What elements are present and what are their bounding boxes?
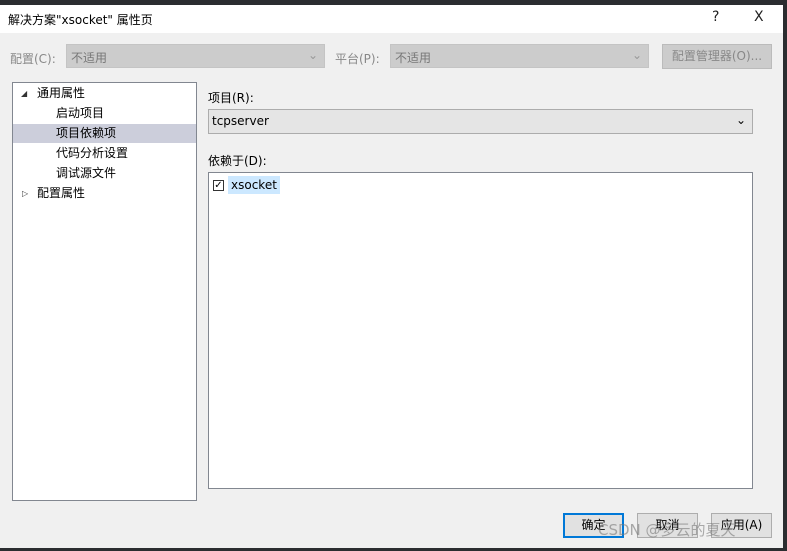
tree-item-configuration-properties[interactable]: ▷ 配置属性 bbox=[13, 184, 196, 203]
help-button[interactable]: ? bbox=[712, 9, 719, 25]
checkbox-checked-icon[interactable]: ✓ bbox=[213, 179, 224, 191]
tree-item-label: 启动项目 bbox=[56, 106, 105, 120]
apply-button[interactable]: 应用(A) bbox=[711, 513, 772, 538]
tree-item-label: 通用属性 bbox=[37, 86, 86, 100]
ok-button[interactable]: 确定 bbox=[563, 513, 624, 538]
config-select[interactable]: 不适用 ⌄ bbox=[66, 44, 325, 68]
property-tree: ◢ 通用属性 启动项目 项目依赖项 代码分析设置 调试源文件 ▷ 配置属性 bbox=[12, 82, 197, 501]
dependency-label: xsocket bbox=[228, 176, 280, 194]
config-value: 不适用 bbox=[71, 51, 108, 65]
tree-item-startup-project[interactable]: 启动项目 bbox=[13, 104, 196, 123]
platform-value: 不适用 bbox=[395, 51, 432, 65]
depends-on-label: 依赖于(D): bbox=[208, 154, 267, 168]
dependency-item[interactable]: ✓ xsocket bbox=[213, 176, 280, 194]
tree-item-project-dependencies[interactable]: 项目依赖项 bbox=[13, 124, 196, 143]
tree-item-label: 项目依赖项 bbox=[56, 126, 117, 140]
expanded-triangle-icon: ◢ bbox=[21, 89, 28, 98]
tree-item-label: 配置属性 bbox=[37, 186, 86, 200]
chevron-down-icon: ⌄ bbox=[735, 113, 746, 127]
tree-item-label: 调试源文件 bbox=[56, 166, 117, 180]
project-label: 项目(R): bbox=[208, 91, 254, 105]
project-select[interactable]: tcpserver ⌄ bbox=[208, 109, 753, 134]
title-bar: 解决方案"xsocket" 属性页 ? X bbox=[0, 5, 783, 33]
tree-item-debug-source-files[interactable]: 调试源文件 bbox=[13, 164, 196, 183]
window-title: 解决方案"xsocket" 属性页 bbox=[8, 13, 153, 27]
config-label: 配置(C): bbox=[10, 52, 56, 66]
collapsed-triangle-icon: ▷ bbox=[22, 189, 29, 198]
tree-item-code-analysis[interactable]: 代码分析设置 bbox=[13, 144, 196, 163]
project-value: tcpserver bbox=[212, 114, 269, 128]
tree-item-common-properties[interactable]: ◢ 通用属性 bbox=[13, 84, 196, 103]
close-button[interactable]: X bbox=[754, 9, 764, 25]
cancel-button[interactable]: 取消 bbox=[637, 513, 698, 538]
config-manager-button[interactable]: 配置管理器(O)... bbox=[662, 44, 772, 69]
platform-label: 平台(P): bbox=[335, 52, 380, 66]
properties-dialog: 解决方案"xsocket" 属性页 ? X 配置(C): 不适用 ⌄ 平台(P):… bbox=[0, 5, 783, 548]
chevron-down-icon: ⌄ bbox=[307, 48, 318, 62]
chevron-down-icon: ⌄ bbox=[631, 48, 642, 62]
dependencies-list: ✓ xsocket bbox=[208, 172, 753, 489]
platform-select[interactable]: 不适用 ⌄ bbox=[390, 44, 649, 68]
tree-item-label: 代码分析设置 bbox=[56, 146, 129, 160]
